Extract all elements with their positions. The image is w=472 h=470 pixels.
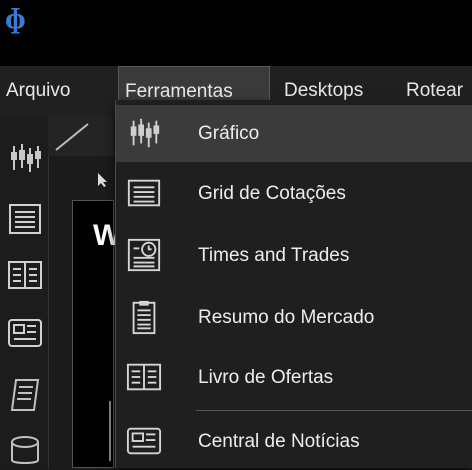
ferramentas-dropdown: Gráfico Grid de Cotações Times and Trade… xyxy=(115,100,472,468)
grid-lines-icon[interactable] xyxy=(6,200,44,238)
dropdown-item-livro-ofertas[interactable]: Livro de Ofertas xyxy=(116,349,472,406)
menu-arquivo[interactable]: Arquivo xyxy=(6,66,70,116)
candlestick-chart-icon[interactable] xyxy=(6,138,44,176)
newspaper-icon[interactable] xyxy=(6,314,44,352)
chart-line xyxy=(109,401,111,461)
dropdown-item-resumo-mercado[interactable]: Resumo do Mercado xyxy=(116,289,472,346)
grid-lines-icon xyxy=(127,179,161,207)
left-toolbar xyxy=(0,116,49,468)
title-bar: ɸ xyxy=(0,0,472,66)
database-icon[interactable] xyxy=(6,432,44,470)
dropdown-label: Gráfico xyxy=(198,123,260,144)
dropdown-item-grafico[interactable]: Gráfico xyxy=(116,105,472,162)
dropdown-label: Resumo do Mercado xyxy=(198,307,375,328)
open-book-icon[interactable] xyxy=(6,256,44,294)
candlestick-chart-icon xyxy=(130,118,160,148)
app-logo-icon: ɸ xyxy=(5,5,26,34)
clipboard-icon xyxy=(132,300,156,335)
drawing-toolstrip xyxy=(48,116,114,156)
chart-panel[interactable]: W xyxy=(72,200,121,468)
cursor-icon[interactable] xyxy=(96,172,110,188)
svg-text:ɸ: ɸ xyxy=(5,5,26,34)
dropdown-item-times-trades[interactable]: Times and Trades xyxy=(116,227,472,284)
dropdown-label: Grid de Cotações xyxy=(198,183,346,204)
dropdown-label: Times and Trades xyxy=(198,245,350,266)
clock-list-icon xyxy=(127,238,161,272)
newspaper-icon xyxy=(126,427,162,455)
dropdown-item-central-noticias[interactable]: Central de Notícias xyxy=(116,413,472,470)
dropdown-item-grid-cotacoes[interactable]: Grid de Cotações xyxy=(116,165,472,222)
dropdown-separator xyxy=(196,410,472,411)
open-book-icon xyxy=(126,363,162,391)
script-icon[interactable] xyxy=(6,376,44,414)
dropdown-label: Central de Notícias xyxy=(198,431,360,452)
line-tool-icon[interactable] xyxy=(52,120,92,152)
dropdown-label: Livro de Ofertas xyxy=(198,367,334,388)
